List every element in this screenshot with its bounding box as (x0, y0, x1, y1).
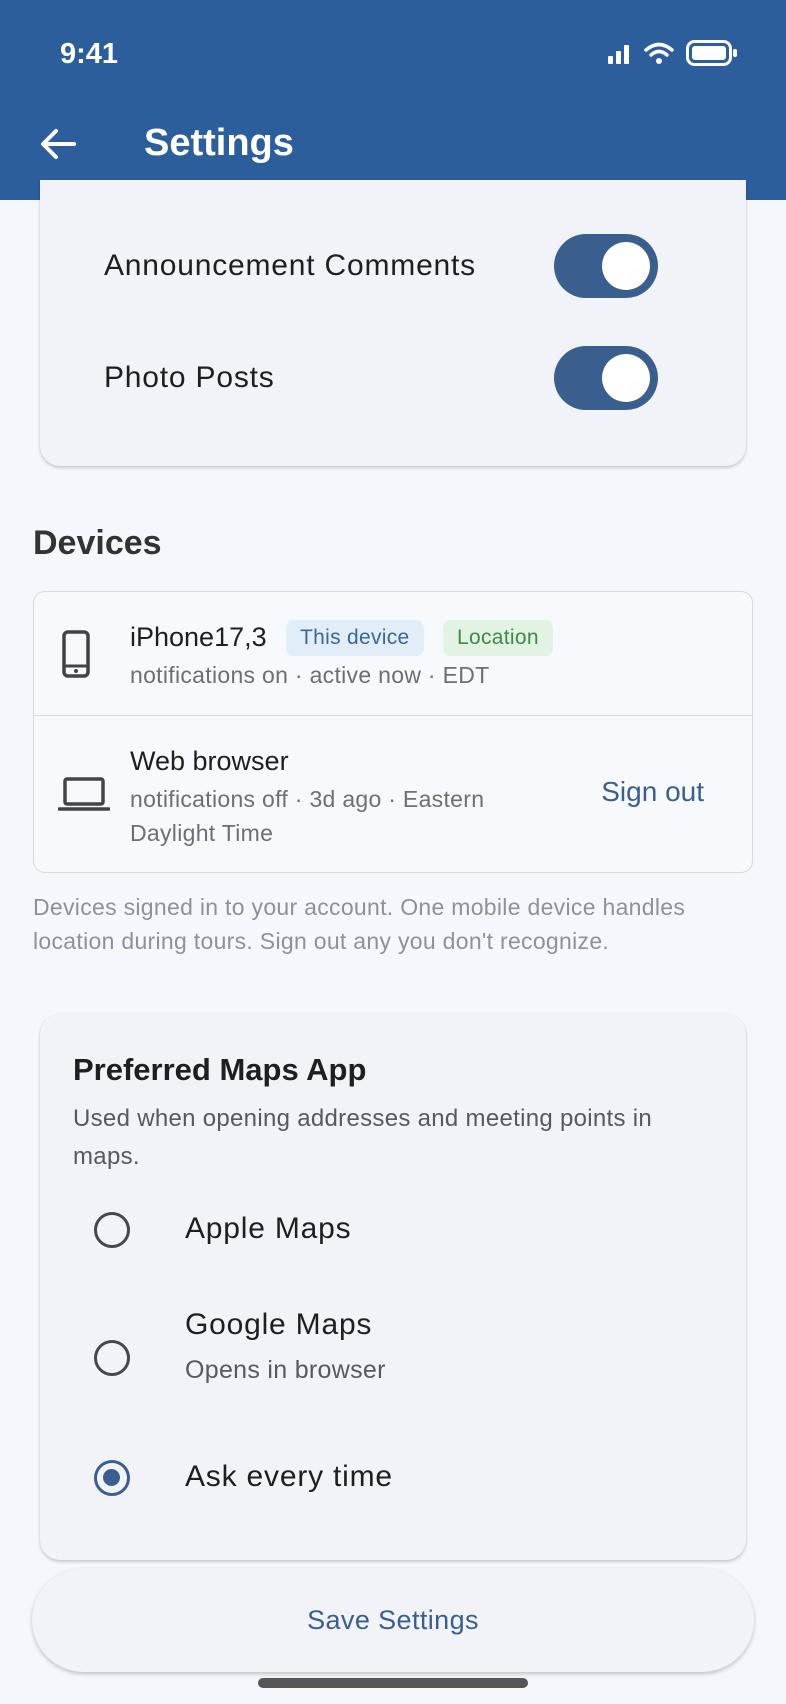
laptop-icon (57, 776, 111, 817)
save-settings-button[interactable]: Save Settings (32, 1568, 754, 1672)
radio-button[interactable] (94, 1212, 130, 1248)
battery-icon (686, 40, 738, 71)
announcement-comments-toggle[interactable] (554, 234, 658, 298)
device-meta-line1: notifications off · 3d ago · Eastern (130, 786, 485, 812)
radio-sublabel: Opens in browser (185, 1356, 386, 1384)
arrow-left-icon (41, 129, 76, 159)
smartphone-icon (58, 630, 94, 683)
device-meta: notifications on · active now · EDT (130, 662, 490, 688)
radio-button-selected[interactable] (94, 1460, 130, 1496)
status-time: 9:41 (60, 38, 119, 70)
preferred-maps-card: Preferred Maps App Used when opening add… (40, 1014, 746, 1560)
page-title: Settings (144, 122, 294, 164)
devices-list: iPhone17,3 This device Location notifica… (33, 591, 753, 873)
maps-card-description: Used when opening addresses and meeting … (73, 1105, 653, 1170)
radio-label: Ask every time (185, 1460, 393, 1493)
signal-icon (608, 42, 632, 69)
wifi-icon (644, 42, 674, 69)
photo-posts-toggle[interactable] (554, 346, 658, 410)
setting-row-announcement-comments: Announcement Comments (104, 231, 658, 301)
maps-option-apple-maps[interactable]: Apple Maps (40, 1194, 746, 1284)
toggle-knob (602, 242, 650, 290)
status-icons (608, 40, 738, 71)
radio-label: Google Maps (185, 1308, 373, 1341)
toggle-knob (602, 354, 650, 402)
device-name: iPhone17,3 (130, 622, 267, 652)
maps-card-title: Preferred Maps App (73, 1052, 367, 1087)
devices-section-title: Devices (33, 524, 162, 562)
device-name: Web browser (130, 746, 289, 776)
back-button[interactable] (36, 122, 80, 166)
device-row-web-browser: Web browser notifications off · 3d ago ·… (34, 716, 752, 874)
sign-out-button[interactable]: Sign out (601, 776, 704, 808)
device-meta-line2: Daylight Time (130, 820, 274, 846)
devices-helper-text: Devices signed in to your account. One m… (33, 894, 686, 954)
setting-label: Photo Posts (104, 361, 275, 394)
setting-label: Announcement Comments (104, 249, 476, 282)
maps-option-google-maps[interactable]: Google Maps Opens in browser (40, 1304, 746, 1414)
radio-label: Apple Maps (185, 1212, 352, 1245)
this-device-badge: This device (286, 620, 424, 656)
maps-option-ask-every-time[interactable]: Ask every time (40, 1442, 746, 1532)
notification-settings-card: Announcement Comments Photo Posts (40, 180, 746, 466)
radio-button[interactable] (94, 1340, 130, 1376)
setting-row-photo-posts: Photo Posts (104, 343, 658, 413)
device-row-iphone: iPhone17,3 This device Location notifica… (34, 592, 752, 716)
location-badge: Location (443, 620, 553, 656)
home-indicator (258, 1678, 528, 1688)
app-bar: 9:41 Settings (0, 0, 786, 200)
